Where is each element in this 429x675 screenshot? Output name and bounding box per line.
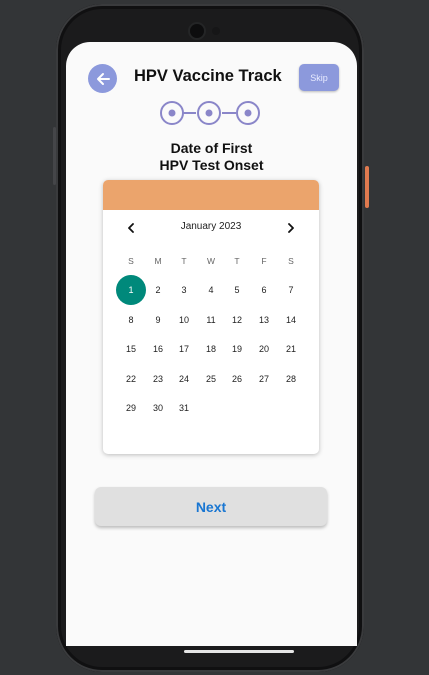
next-month-button[interactable]	[283, 220, 299, 236]
day-cell[interactable]: 28	[278, 374, 304, 384]
front-camera	[190, 24, 204, 38]
day-cell[interactable]: 19	[224, 344, 250, 354]
proximity-sensor	[212, 27, 220, 35]
calendar-header-bar	[103, 180, 319, 210]
day-cell[interactable]: 16	[145, 344, 171, 354]
step-2-indicator	[197, 101, 221, 125]
weekday-label: F	[261, 256, 267, 266]
day-cell[interactable]: 21	[278, 344, 304, 354]
chevron-left-icon	[128, 223, 134, 233]
question-line-2: HPV Test Onset	[159, 157, 264, 173]
skip-button[interactable]: Skip	[299, 64, 339, 91]
day-cell[interactable]: 4	[198, 285, 224, 295]
step-3-indicator	[236, 101, 260, 125]
day-cell[interactable]: 11	[198, 315, 224, 325]
day-cell[interactable]: 29	[118, 403, 144, 413]
weekday-label: T	[234, 256, 240, 266]
day-cell[interactable]: 30	[145, 403, 171, 413]
day-cell[interactable]: 20	[251, 344, 277, 354]
day-cell[interactable]: 31	[171, 403, 197, 413]
chevron-right-icon	[288, 223, 294, 233]
day-cell[interactable]: 27	[251, 374, 277, 384]
weekday-label: M	[154, 256, 162, 266]
weekday-label: T	[181, 256, 187, 266]
day-cell[interactable]: 18	[198, 344, 224, 354]
day-cell[interactable]: 6	[251, 285, 277, 295]
day-cell[interactable]: 2	[145, 285, 171, 295]
back-button[interactable]	[88, 64, 117, 93]
day-cell[interactable]: 10	[171, 315, 197, 325]
day-cell[interactable]: 7	[278, 285, 304, 295]
home-indicator	[184, 650, 294, 653]
day-cell[interactable]: 5	[224, 285, 250, 295]
next-button[interactable]: Next	[95, 487, 327, 526]
day-cell[interactable]: 8	[118, 315, 144, 325]
day-cell[interactable]: 13	[251, 315, 277, 325]
day-cell[interactable]: 26	[224, 374, 250, 384]
day-cell[interactable]: 14	[278, 315, 304, 325]
page-title: HPV Vaccine Track	[134, 67, 282, 85]
day-cell[interactable]: 23	[145, 374, 171, 384]
progress-stepper	[160, 101, 260, 125]
previous-month-button[interactable]	[123, 220, 139, 236]
day-cell[interactable]: 15	[118, 344, 144, 354]
step-1-indicator	[160, 101, 184, 125]
day-cell[interactable]: 22	[118, 374, 144, 384]
date-picker-calendar: January 2023 S M T W T F S 1 2 3 4 5 6 7…	[103, 180, 319, 454]
power-button	[365, 166, 369, 208]
question-line-1: Date of First	[170, 140, 253, 156]
question-heading: Date of First HPV Test Onset	[66, 140, 357, 174]
weekday-label: S	[288, 256, 294, 266]
day-cell-selected[interactable]: 1	[118, 285, 144, 295]
day-cell[interactable]: 3	[171, 285, 197, 295]
arrow-left-icon	[96, 72, 110, 85]
day-cell[interactable]: 9	[145, 315, 171, 325]
month-label: January 2023	[180, 221, 242, 232]
app-screen: HPV Vaccine Track Skip Date of First HPV…	[66, 42, 357, 646]
day-cell[interactable]: 25	[198, 374, 224, 384]
weekday-label: W	[206, 256, 216, 266]
weekday-label: S	[128, 256, 134, 266]
day-cell[interactable]: 12	[224, 315, 250, 325]
day-cell[interactable]: 24	[171, 374, 197, 384]
day-cell[interactable]: 17	[171, 344, 197, 354]
